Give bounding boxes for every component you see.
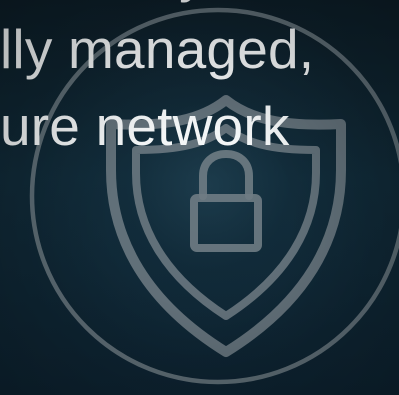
hero-panel: ride fully lly managed, ure network (0, 0, 399, 395)
headline-line-2: lly managed, (0, 18, 315, 80)
hero-headline: ride fully lly managed, ure network (0, 0, 399, 234)
headline-line-3: ure network (0, 95, 290, 157)
headline-line-1: ride fully (0, 0, 207, 11)
